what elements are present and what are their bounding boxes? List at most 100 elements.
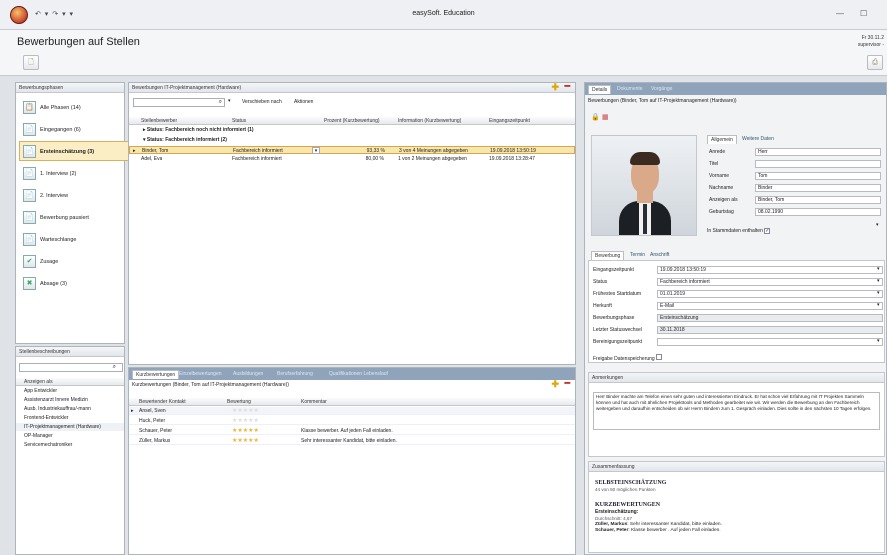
applications-search-input[interactable]: ⌕	[133, 98, 225, 107]
phase-label: Alle Phasen (14)	[40, 105, 81, 111]
table-row[interactable]: Adel, Eva Fachbereich informiert 80,00 % 1 …	[129, 155, 575, 163]
rating-stars-icon[interactable]: ★★★★★	[232, 437, 259, 445]
application-field-label: Herkunft	[593, 303, 612, 309]
maximize-button[interactable]: ☐	[860, 9, 867, 18]
tab-detail-2[interactable]: Vorgänge	[648, 85, 675, 94]
job-list-item[interactable]: Assistenzarzt Innere Medizin	[16, 396, 124, 404]
tab-person-1[interactable]: Weitere Daten	[739, 135, 777, 144]
notes-section: Anmerkungen Herr Binder machte am Telefo…	[588, 372, 885, 457]
tab-detail-0[interactable]: Details	[588, 85, 612, 94]
phase-item[interactable]: 📄 Ersteinschätzung (3)	[19, 141, 131, 161]
remove-review-icon[interactable]: ━	[565, 378, 570, 389]
application-field-input[interactable]: 01.01.2019	[657, 290, 883, 298]
group-row-not-informed[interactable]: ▸ Status: Fachbereich noch nicht informi…	[129, 126, 575, 134]
self-assessment-heading: SELBSTEINSCHÄTZUNG	[595, 480, 667, 486]
add-icon[interactable]: ✚	[551, 82, 559, 93]
jobs-grid-header[interactable]: Anzeigen als	[16, 378, 124, 386]
field-dropdown-icon[interactable]: ▾	[877, 290, 880, 296]
job-list-item[interactable]: Ausb. Industriekauffrau/-mann	[16, 405, 124, 413]
birthday-dropdown-icon[interactable]: ▾	[876, 222, 879, 228]
job-list-item[interactable]: App Entwickler	[16, 387, 124, 395]
rating-stars-icon[interactable]: ★★★★★	[232, 427, 259, 435]
move-to-button[interactable]: Verschieben nach	[242, 99, 282, 105]
phase-label: 2. Interview	[40, 193, 69, 199]
tab-application-1[interactable]: Termin	[627, 251, 648, 260]
review-row[interactable]: Huck, Peter ★★★★★	[129, 417, 575, 425]
phase-item[interactable]: 📄 Bewerbung pausiert	[19, 207, 131, 227]
received-date: 19.09.2018 13:50:19	[490, 148, 536, 154]
review-row[interactable]: ▸ Ansel, Sven ★★★★★	[129, 407, 575, 415]
application-field-input[interactable]: Fachbereich informiert	[657, 278, 883, 286]
application-field-label: Bereinigungszeitpunkt	[593, 339, 643, 345]
phase-icon: 📄	[23, 189, 36, 202]
application-field-input[interactable]: E-Mail	[657, 302, 883, 310]
job-list-item[interactable]: IT-Projektmanagement (Hardware)	[16, 423, 124, 431]
review-row[interactable]: Züller, Markus ★★★★★ Sehr interessanter Ka…	[129, 437, 575, 445]
tab-reviews-3[interactable]: Berufserfahrung	[274, 370, 316, 379]
tab-reviews-1[interactable]: Einzelbewertungen	[176, 370, 225, 379]
person-field-input[interactable]: Herr	[755, 148, 881, 156]
group-row-informed[interactable]: ▾ Status: Fachbereich informiert (2)	[129, 136, 575, 144]
percent-score: 80,00 %	[365, 156, 384, 162]
field-dropdown-icon[interactable]: ▾	[877, 338, 880, 344]
field-dropdown-icon[interactable]: ▾	[877, 278, 880, 284]
print-button[interactable]: ⎙	[867, 55, 883, 70]
phase-icon: 📋	[23, 101, 36, 114]
tab-person-0[interactable]: Allgemein	[707, 135, 737, 144]
job-list-item[interactable]: OP-Manager	[16, 432, 124, 440]
phase-item[interactable]: ✔ Zusage	[19, 251, 131, 271]
review-row[interactable]: Schauer, Peter ★★★★★ Klasse bewerber. Auf …	[129, 427, 575, 435]
phase-item[interactable]: 📄 Eingegangen (6)	[19, 119, 131, 139]
stammdaten-checkbox[interactable]: In Stammdaten enthalten ✓	[707, 228, 771, 234]
table-row[interactable]: ▸ Binder, Tom Fachbereich informiert 93,33 …	[129, 146, 575, 154]
toolbar-button[interactable]: 🗋	[23, 55, 39, 70]
tab-application-2[interactable]: Anschrift	[647, 251, 672, 260]
calendar-icon[interactable]: ▦	[602, 113, 609, 121]
document-icon: 🗋	[28, 59, 34, 66]
applicant-status[interactable]: Fachbereich informiert	[232, 155, 282, 163]
reviews-panel: Kurzbewertungen Einzelbewertungen Ausbildu…	[128, 367, 576, 555]
application-field-input[interactable]	[657, 338, 883, 346]
minimize-button[interactable]: —	[836, 9, 844, 18]
release-checkbox[interactable]: Freigabe Datenspeicherung	[593, 354, 663, 362]
phase-label: Ersteinschätzung (3)	[40, 149, 95, 155]
phase-item[interactable]: 📄 1. Interview (2)	[19, 163, 131, 183]
tab-reviews-0[interactable]: Kurzbewertungen	[132, 370, 180, 379]
person-field-input[interactable]: Tom	[755, 172, 881, 180]
tab-reviews-4[interactable]: Qualifikationen Lebenslauf	[326, 370, 391, 379]
job-list-item[interactable]: Servicemechatroniker	[16, 441, 124, 449]
field-dropdown-icon[interactable]: ▾	[877, 302, 880, 308]
phase-item[interactable]: ✖ Absage (3)	[19, 273, 131, 293]
job-list-item[interactable]: Frontend-Entwickler	[16, 414, 124, 422]
add-review-icon[interactable]: ✚	[551, 379, 559, 390]
rating-stars-icon[interactable]: ★★★★★	[232, 417, 259, 425]
status-dropdown-icon[interactable]: ▾	[312, 147, 320, 154]
field-label: Nachname	[709, 185, 734, 191]
reviews-title: Kurzbewertungen (Binder, Tom auf IT-Proj…	[132, 382, 289, 388]
col-reviewer: Bewertender Kontakt	[139, 399, 186, 405]
tab-reviews-2[interactable]: Ausbildungen	[230, 370, 266, 379]
person-field-input[interactable]: Binder	[755, 184, 881, 192]
remove-icon[interactable]: ━	[565, 81, 570, 92]
summary-section: Zusammenfassung SELBSTEINSCHÄTZUNG 44 vo…	[588, 461, 885, 553]
application-field-input: Ersteinschätzung	[657, 314, 883, 322]
person-field-input[interactable]	[755, 160, 881, 168]
applicant-status[interactable]: Fachbereich informiert	[233, 147, 283, 155]
dropdown-icon: ▾	[228, 98, 231, 104]
phase-item[interactable]: 📋 Alle Phasen (14)	[19, 97, 131, 117]
actions-button[interactable]: Aktionen	[294, 99, 313, 105]
phase-item[interactable]: 📄 Warteschlange	[19, 229, 131, 249]
phase-item[interactable]: 📄 2. Interview	[19, 185, 131, 205]
person-field-input[interactable]: Binder, Tom	[755, 196, 881, 204]
lock-icon[interactable]: 🔒	[591, 113, 600, 121]
field-dropdown-icon[interactable]: ▾	[877, 266, 880, 272]
rating-stars-icon[interactable]: ★★★★★	[232, 407, 259, 415]
phase-icon: ✔	[23, 255, 36, 268]
tab-application-0[interactable]: Bewerbung	[591, 251, 625, 260]
job-search-input[interactable]: ⌕	[19, 363, 123, 372]
tab-detail-1[interactable]: Dokumente	[614, 85, 646, 94]
person-field-input[interactable]: 08.02.1990	[755, 208, 881, 216]
application-field-input[interactable]: 19.09.2018 13:50:19	[657, 266, 883, 274]
row-pointer-icon: ▸	[131, 408, 134, 414]
notes-textarea[interactable]: Herr Binder machte am Telefon einen sehr…	[593, 392, 880, 430]
